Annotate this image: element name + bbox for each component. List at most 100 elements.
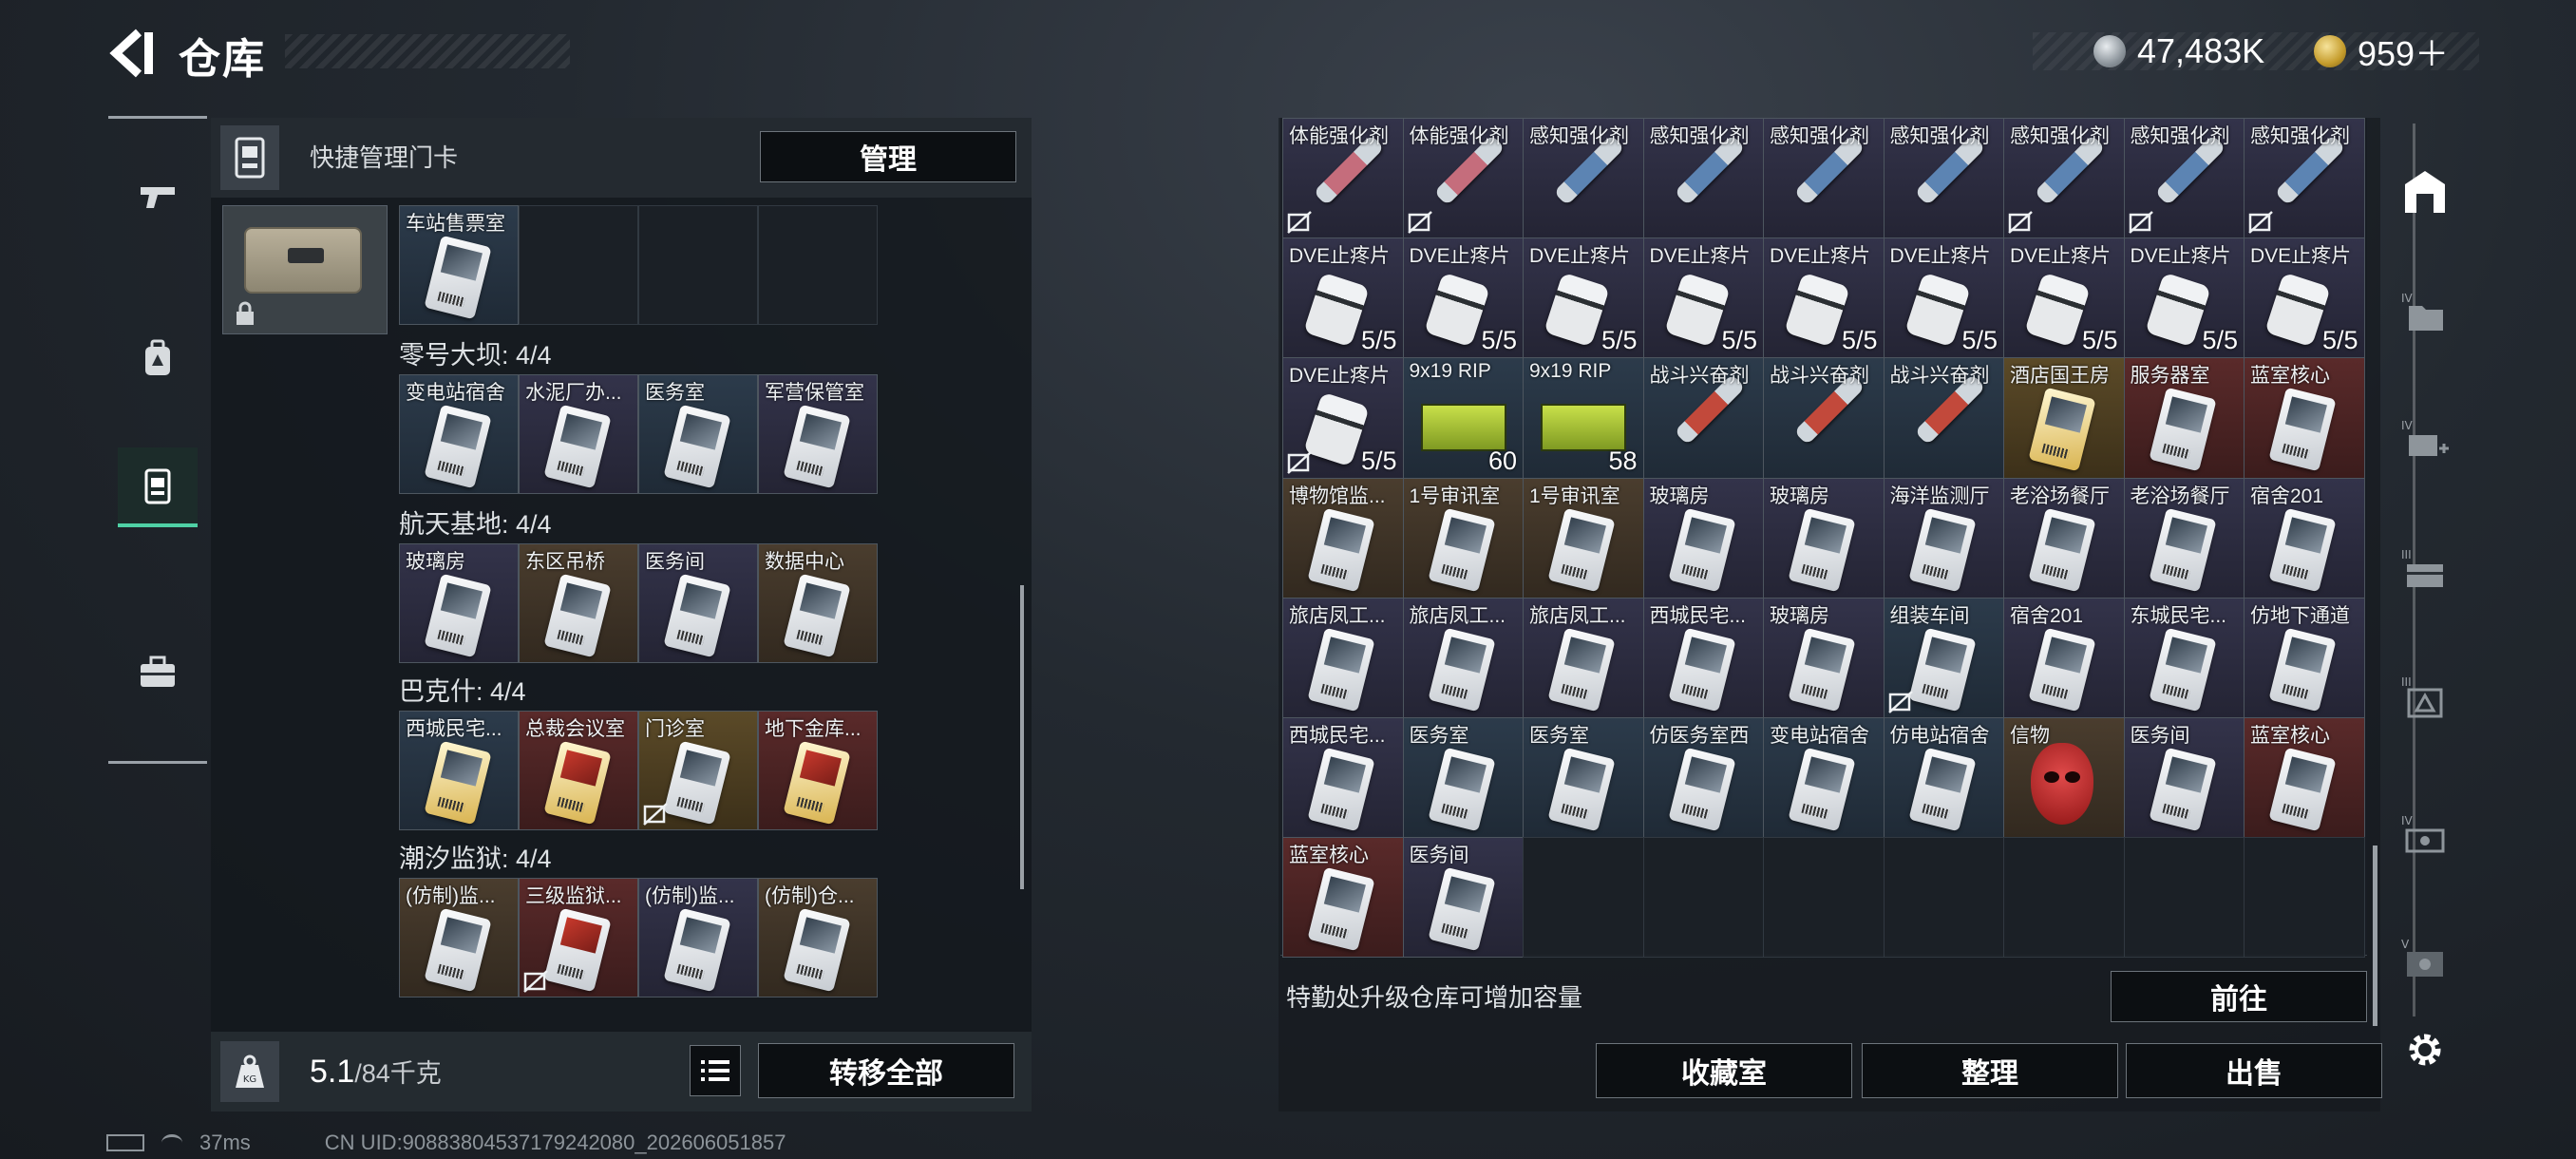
keycard-slot[interactable]: 总裁会议室 (519, 711, 638, 830)
item-slot[interactable]: 海洋监测厅 (1883, 477, 2004, 598)
item-slot[interactable]: 战斗兴奋剂 (1642, 357, 1764, 479)
item-slot[interactable]: 玻璃房 (1763, 477, 1885, 598)
keycard-slot[interactable]: 军营保管室 (758, 374, 878, 494)
item-slot[interactable]: 宿舍201 (2003, 597, 2125, 718)
item-slot[interactable]: 体能强化剂 (1402, 118, 1524, 239)
item-slot[interactable]: 旅店凤工... (1282, 597, 1404, 718)
sort-button[interactable]: 整理 (1862, 1043, 2118, 1098)
item-slot[interactable]: DVE止疼片 5/5 (1763, 238, 1885, 359)
empty-slot[interactable] (1523, 837, 1644, 959)
keycard-holder[interactable] (222, 205, 388, 334)
item-slot[interactable]: 玻璃房 (1763, 597, 1885, 718)
settings-button[interactable] (2392, 1016, 2458, 1083)
item-slot[interactable]: 医务室 (1523, 717, 1644, 839)
item-slot[interactable]: 信物 (2003, 717, 2125, 839)
keycard-slot[interactable]: 变电站宿舍 (399, 374, 519, 494)
empty-slot[interactable] (1883, 837, 2004, 959)
item-slot[interactable]: 1号审讯室 (1402, 477, 1524, 598)
keycard-slot[interactable]: 玻璃房 (399, 543, 519, 663)
item-slot[interactable]: 蓝室核心 (1282, 837, 1404, 959)
item-slot[interactable]: 组装车间 (1883, 597, 2004, 718)
item-slot[interactable]: 感知强化剂 (1883, 118, 2004, 239)
storage-tab-medical[interactable]: IV (2392, 408, 2458, 475)
item-slot[interactable]: DVE止疼片 5/5 (1642, 238, 1764, 359)
empty-slot[interactable] (2123, 837, 2245, 959)
item-slot[interactable]: 蓝室核心 (2244, 717, 2365, 839)
item-slot[interactable]: 仿地下通道 (2244, 597, 2365, 718)
item-slot[interactable]: 战斗兴奋剂 (1883, 357, 2004, 479)
nav-armor[interactable] (118, 318, 198, 398)
empty-slot[interactable] (1763, 837, 1885, 959)
item-slot[interactable]: DVE止疼片 5/5 (1282, 357, 1404, 479)
item-slot[interactable]: DVE止疼片 5/5 (2123, 238, 2245, 359)
item-slot[interactable]: 老浴场餐厅 (2123, 477, 2245, 598)
storage-tab-5[interactable]: V (2392, 927, 2458, 994)
storage-tab-4b[interactable]: IV (2392, 804, 2458, 870)
empty-slot[interactable] (2244, 837, 2365, 959)
collection-room-button[interactable]: 收藏室 (1596, 1043, 1852, 1098)
nav-tools[interactable] (118, 632, 198, 712)
item-slot[interactable]: 玻璃房 (1642, 477, 1764, 598)
nav-weapons[interactable] (118, 157, 198, 237)
gold-currency[interactable]: 959＋ (2314, 32, 2449, 73)
item-slot[interactable]: DVE止疼片 5/5 (2003, 238, 2125, 359)
keycard-slot[interactable]: 门诊室 (638, 711, 758, 830)
keycard-slot[interactable]: 西城民宅... (399, 711, 519, 830)
item-slot[interactable]: 老浴场餐厅 (2003, 477, 2125, 598)
keycard-slot[interactable]: 医务室 (638, 374, 758, 494)
keycard-slot[interactable]: (仿制)监... (399, 878, 519, 998)
warehouse-tab[interactable] (2392, 158, 2458, 224)
item-slot[interactable]: 旅店凤工... (1402, 597, 1524, 718)
goto-button[interactable]: 前往 (2111, 971, 2367, 1022)
nav-keycards[interactable] (118, 447, 198, 527)
keycard-slot[interactable]: 车站售票室 (399, 205, 519, 325)
item-slot[interactable]: 体能强化剂 (1282, 118, 1404, 239)
item-slot[interactable]: 感知强化剂 (2123, 118, 2245, 239)
item-slot[interactable]: 医务室 (1402, 717, 1524, 839)
item-slot[interactable]: 变电站宿舍 (1763, 717, 1885, 839)
right-scrollbar[interactable] (2373, 846, 2377, 1026)
back-button[interactable] (106, 25, 158, 82)
storage-tab-3a[interactable]: III (2392, 538, 2458, 604)
storage-tab-4[interactable]: IV (2392, 281, 2458, 348)
item-slot[interactable]: 蓝室核心 (2244, 357, 2365, 479)
empty-slot[interactable] (519, 205, 638, 325)
manage-button[interactable]: 管理 (760, 131, 1016, 182)
item-slot[interactable]: 医务间 (1402, 837, 1524, 959)
item-slot[interactable]: DVE止疼片 5/5 (1883, 238, 2004, 359)
item-slot[interactable]: DVE止疼片 5/5 (1402, 238, 1524, 359)
item-slot[interactable]: DVE止疼片 5/5 (1282, 238, 1404, 359)
item-slot[interactable]: 战斗兴奋剂 (1763, 357, 1885, 479)
keycard-slot[interactable]: (仿制)监... (638, 878, 758, 998)
item-slot[interactable]: 9x19 RIP 58 (1523, 357, 1644, 479)
empty-slot[interactable] (1642, 837, 1764, 959)
item-slot[interactable]: 西城民宅... (1642, 597, 1764, 718)
empty-slot[interactable] (2003, 837, 2125, 959)
keycard-slot[interactable]: (仿制)仓... (758, 878, 878, 998)
keycard-slot[interactable]: 东区吊桥 (519, 543, 638, 663)
item-slot[interactable]: 仿电站宿舍 (1883, 717, 2004, 839)
keycard-slot[interactable]: 地下金库... (758, 711, 878, 830)
item-slot[interactable]: DVE止疼片 5/5 (2244, 238, 2365, 359)
sell-button[interactable]: 出售 (2126, 1043, 2382, 1098)
item-slot[interactable]: 感知强化剂 (2003, 118, 2125, 239)
item-slot[interactable]: 酒店国王房 (2003, 357, 2125, 479)
keycard-slot[interactable]: 三级监狱... (519, 878, 638, 998)
empty-slot[interactable] (638, 205, 758, 325)
item-slot[interactable]: 感知强化剂 (1763, 118, 1885, 239)
item-slot[interactable]: 西城民宅... (1282, 717, 1404, 839)
item-slot[interactable]: 医务间 (2123, 717, 2245, 839)
left-scrollbar[interactable] (1020, 585, 1024, 889)
keycard-slot[interactable]: 水泥厂办... (519, 374, 638, 494)
item-slot[interactable]: 9x19 RIP 60 (1402, 357, 1524, 479)
item-slot[interactable]: 感知强化剂 (1523, 118, 1644, 239)
transfer-all-button[interactable]: 转移全部 (758, 1043, 1014, 1098)
item-slot[interactable]: 仿医务室西 (1642, 717, 1764, 839)
item-slot[interactable]: 感知强化剂 (1642, 118, 1764, 239)
keycard-slot[interactable]: 数据中心 (758, 543, 878, 663)
list-view-button[interactable] (690, 1045, 741, 1096)
item-slot[interactable]: 东城民宅... (2123, 597, 2245, 718)
item-slot[interactable]: 宿舍201 (2244, 477, 2365, 598)
item-slot[interactable]: 感知强化剂 (2244, 118, 2365, 239)
item-slot[interactable]: 旅店凤工... (1523, 597, 1644, 718)
